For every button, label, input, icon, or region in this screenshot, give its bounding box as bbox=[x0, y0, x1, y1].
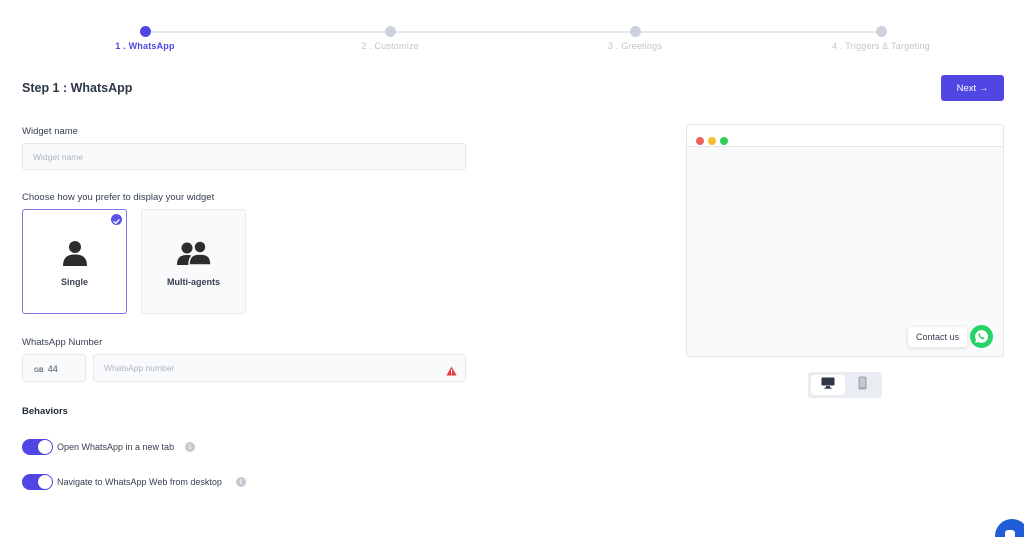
step-whatsapp[interactable]: 1 . WhatsApp bbox=[65, 24, 225, 51]
step-dot bbox=[384, 26, 396, 37]
desktop-icon bbox=[821, 376, 835, 394]
whatsapp-icon[interactable] bbox=[970, 325, 993, 348]
step-dot bbox=[629, 26, 641, 37]
multi-user-icon bbox=[142, 240, 245, 266]
close-dot-icon bbox=[696, 137, 704, 145]
desktop-view-button[interactable] bbox=[811, 375, 845, 395]
option-label: Multi-agents bbox=[167, 277, 220, 287]
maximize-dot-icon bbox=[720, 137, 728, 145]
toggle-open-new-tab[interactable] bbox=[22, 439, 53, 455]
device-switcher bbox=[808, 372, 882, 398]
mobile-view-button[interactable] bbox=[845, 375, 879, 395]
step-dot bbox=[139, 26, 151, 37]
step-customize[interactable]: 2 . Customize bbox=[310, 24, 470, 51]
mobile-icon bbox=[858, 376, 867, 395]
step-label: 3 . Greetings bbox=[607, 41, 663, 51]
next-button[interactable]: Next → bbox=[941, 75, 1004, 101]
single-user-icon bbox=[23, 240, 126, 266]
step-label: 4 . Triggers & Targeting bbox=[832, 41, 930, 51]
whatsapp-number-label: WhatsApp Number bbox=[22, 337, 103, 348]
toggle-navigate-web[interactable] bbox=[22, 474, 53, 490]
country-code-select[interactable]: GB 44 bbox=[22, 354, 86, 382]
check-icon bbox=[111, 214, 122, 225]
info-icon[interactable]: i bbox=[185, 442, 195, 452]
option-multi-agents[interactable]: Multi-agents bbox=[141, 209, 246, 314]
toggle-knob bbox=[38, 440, 52, 454]
step-label: 2 . Customize bbox=[361, 41, 419, 51]
toggle-knob bbox=[38, 475, 52, 489]
info-icon[interactable]: i bbox=[236, 477, 246, 487]
progress-stepper: 1 . WhatsApp 2 . Customize 3 . Greetings… bbox=[0, 24, 1024, 64]
minimize-dot-icon bbox=[708, 137, 716, 145]
behaviors-title: Behaviors bbox=[22, 406, 68, 417]
step-label: 1 . WhatsApp bbox=[115, 41, 175, 51]
step-greetings[interactable]: 3 . Greetings bbox=[555, 24, 715, 51]
dial-code: 44 bbox=[47, 364, 58, 374]
chat-launcher-button[interactable] bbox=[995, 519, 1024, 537]
contact-us-bubble: Contact us bbox=[908, 327, 968, 347]
chat-icon bbox=[1004, 528, 1016, 537]
page-title: Step 1 : WhatsApp bbox=[22, 81, 133, 95]
display-mode-label: Choose how you prefer to display your wi… bbox=[22, 192, 215, 203]
browser-bar bbox=[687, 125, 1003, 147]
whatsapp-number-input[interactable] bbox=[93, 354, 466, 382]
step-triggers-targeting[interactable]: 4 . Triggers & Targeting bbox=[801, 24, 961, 51]
toggle-navigate-web-label: Navigate to WhatsApp Web from desktop bbox=[57, 477, 222, 487]
widget-preview: Contact us bbox=[686, 124, 1004, 357]
widget-name-label: Widget name bbox=[22, 126, 78, 137]
country-code: GB bbox=[34, 367, 44, 374]
toggle-open-new-tab-label: Open WhatsApp in a new tab bbox=[57, 442, 175, 452]
option-single[interactable]: Single bbox=[22, 209, 127, 314]
option-label: Single bbox=[60, 277, 88, 287]
step-dot bbox=[875, 26, 887, 37]
widget-name-input[interactable] bbox=[22, 143, 466, 170]
warning-icon bbox=[446, 363, 457, 381]
